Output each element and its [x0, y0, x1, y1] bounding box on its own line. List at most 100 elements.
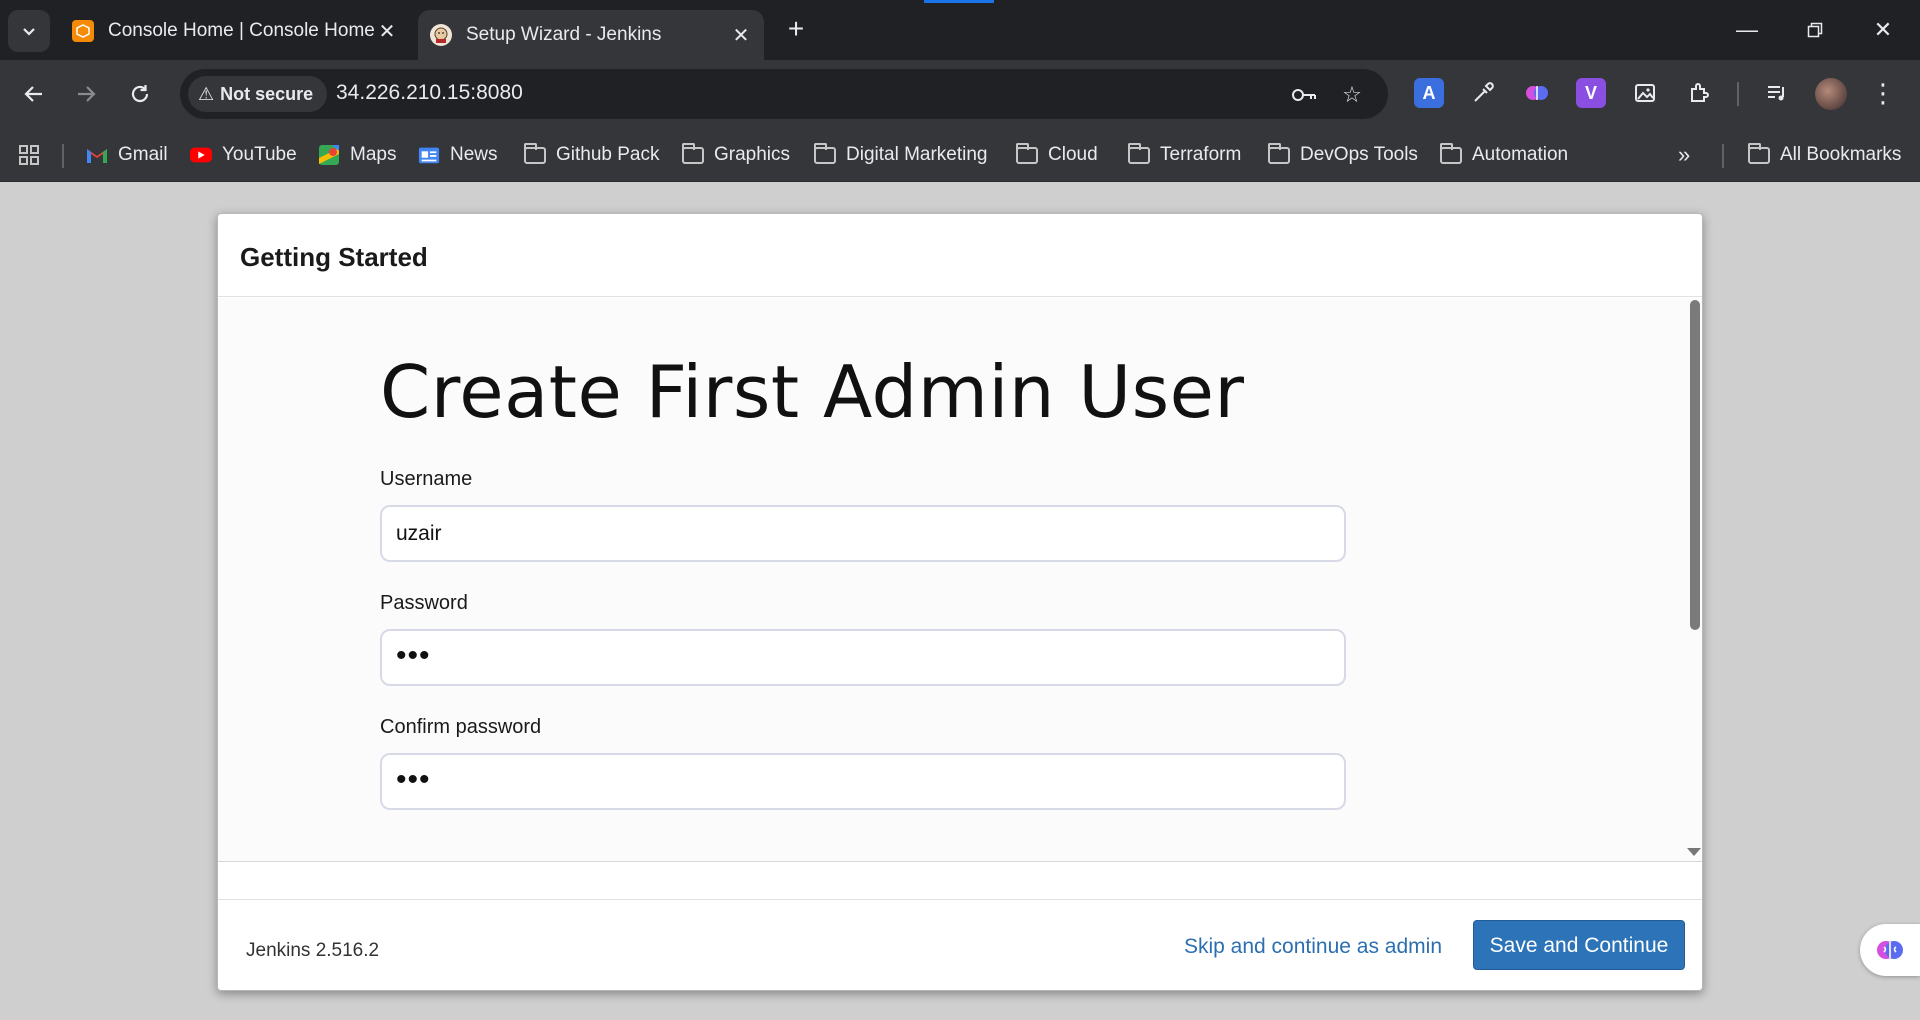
site-info-chip[interactable]: ⚠ Not secure	[188, 76, 328, 112]
image-extension-icon[interactable]	[1630, 78, 1660, 108]
forward-icon[interactable]	[66, 74, 106, 114]
tab-setup-wizard[interactable]: Setup Wizard - Jenkins ✕	[418, 10, 764, 60]
youtube-icon	[190, 144, 212, 166]
dialog-header: Getting Started	[218, 214, 1702, 297]
bookmark-folder-github-pack[interactable]: Github Pack	[524, 140, 660, 170]
bookmark-label: News	[450, 144, 498, 165]
folder-icon	[1128, 142, 1150, 166]
translate-extension-icon[interactable]: A	[1414, 78, 1444, 108]
page-viewport: Getting Started Create First Admin User …	[0, 182, 1920, 1020]
new-tab-button[interactable]: +	[778, 12, 814, 48]
floating-assistant-button[interactable]	[1860, 924, 1920, 976]
chevron-down-icon	[23, 28, 35, 36]
aws-console-icon	[72, 20, 94, 42]
bookmark-news[interactable]: News	[418, 140, 498, 170]
folder-icon	[524, 142, 546, 166]
dialog-body: Create First Admin User Username uzair P…	[218, 298, 1702, 862]
bookmark-label: Digital Marketing	[846, 144, 988, 165]
password-key-icon[interactable]	[1290, 81, 1318, 109]
reload-icon[interactable]	[120, 74, 160, 114]
restore-icon[interactable]	[1790, 12, 1840, 48]
bookmark-folder-cloud[interactable]: Cloud	[1016, 140, 1098, 170]
all-bookmarks-folder[interactable]: All Bookmarks	[1748, 140, 1901, 170]
setup-wizard-dialog: Getting Started Create First Admin User …	[217, 213, 1703, 991]
address-bar[interactable]: ⚠ Not secure 34.226.210.15:8080 ☆	[180, 69, 1388, 119]
maps-icon	[318, 144, 340, 166]
dialog-title: Getting Started	[240, 242, 428, 272]
v-extension-icon[interactable]: V	[1576, 78, 1606, 108]
bookmark-gmail[interactable]: Gmail	[86, 140, 168, 170]
back-icon[interactable]	[14, 74, 54, 114]
create-admin-form: Create First Admin User Username uzair P…	[380, 350, 1348, 810]
tab-console-home[interactable]: Console Home | Console Home ✕	[60, 10, 410, 52]
news-icon	[418, 144, 440, 166]
apps-grid-icon[interactable]	[18, 140, 40, 170]
folder-icon	[1016, 142, 1038, 166]
bookmark-youtube[interactable]: YouTube	[190, 140, 297, 170]
dialog-footer: Jenkins 2.516.2 Skip and continue as adm…	[218, 899, 1702, 991]
bookmarks-bar: Gmail YouTube Maps News Github Pack Grap…	[0, 128, 1920, 182]
tab-title: Console Home | Console Home	[108, 20, 375, 41]
window-close-icon[interactable]: ✕	[1858, 12, 1908, 48]
bookmarks-separator	[1722, 144, 1724, 168]
gmail-icon	[86, 144, 108, 166]
url-text[interactable]: 34.226.210.15:8080	[336, 81, 523, 105]
bookmark-label: Terraform	[1160, 144, 1242, 165]
media-control-icon[interactable]	[1762, 78, 1792, 108]
dialog-scrollbar[interactable]	[1687, 298, 1701, 861]
brain-extension-icon[interactable]	[1522, 78, 1552, 108]
warning-icon: ⚠	[198, 83, 215, 104]
bookmark-folder-automation[interactable]: Automation	[1440, 140, 1568, 170]
browser-toolbar: ⚠ Not secure 34.226.210.15:8080 ☆ A V ⋮	[0, 60, 1920, 128]
bookmarks-separator	[62, 144, 64, 168]
username-field[interactable]: uzair	[380, 505, 1346, 562]
close-icon[interactable]: ✕	[730, 23, 752, 48]
jenkins-version: Jenkins 2.516.2	[246, 940, 380, 961]
skip-continue-admin-link[interactable]: Skip and continue as admin	[1184, 935, 1442, 959]
folder-icon	[814, 142, 836, 166]
bookmark-label: Cloud	[1048, 144, 1098, 165]
tab-strip-accent	[924, 0, 994, 3]
bookmark-label: Automation	[1472, 144, 1569, 165]
bookmark-maps[interactable]: Maps	[318, 140, 396, 170]
bookmark-folder-digital-marketing[interactable]: Digital Marketing	[814, 140, 988, 170]
tab-bar: Console Home | Console Home ✕ Setup Wiza…	[0, 0, 1920, 60]
tab-title: Setup Wizard - Jenkins	[466, 24, 662, 45]
security-label: Not secure	[220, 83, 314, 104]
bookmark-label: DevOps Tools	[1300, 144, 1418, 165]
password-field[interactable]: •••	[380, 629, 1346, 686]
username-label: Username	[380, 468, 473, 490]
save-and-continue-button[interactable]: Save and Continue	[1473, 920, 1685, 970]
confirm-password-label: Confirm password	[380, 716, 542, 738]
bookmark-label: Graphics	[714, 144, 791, 165]
folder-icon	[1748, 142, 1770, 166]
close-icon[interactable]: ✕	[376, 19, 398, 44]
password-label: Password	[380, 592, 468, 614]
extensions-puzzle-icon[interactable]	[1684, 78, 1714, 108]
tab-search-button[interactable]	[8, 10, 50, 52]
folder-icon	[1440, 142, 1462, 166]
bookmark-label: Maps	[350, 144, 397, 165]
more-bookmarks-button[interactable]: »	[1678, 140, 1690, 170]
bookmark-folder-terraform[interactable]: Terraform	[1128, 140, 1241, 170]
menu-kebab-icon[interactable]: ⋮	[1870, 76, 1896, 112]
minimize-icon[interactable]: —	[1722, 12, 1772, 48]
scroll-down-arrow-icon[interactable]	[1687, 848, 1701, 856]
bookmark-folder-devops-tools[interactable]: DevOps Tools	[1268, 140, 1418, 170]
page-title: Create First Admin User	[380, 350, 1245, 434]
bookmark-label: YouTube	[222, 144, 297, 165]
toolbar-separator	[1737, 82, 1739, 106]
confirm-password-field[interactable]: •••	[380, 753, 1346, 810]
brain-icon	[1877, 941, 1903, 959]
bookmark-label: Github Pack	[556, 144, 660, 165]
bookmark-star-icon[interactable]: ☆	[1338, 81, 1366, 109]
bookmark-label: Gmail	[118, 144, 168, 165]
eyedropper-extension-icon[interactable]	[1468, 78, 1498, 108]
folder-icon	[682, 142, 704, 166]
profile-avatar[interactable]	[1815, 78, 1847, 110]
folder-icon	[1268, 142, 1290, 166]
bookmark-folder-graphics[interactable]: Graphics	[682, 140, 790, 170]
jenkins-icon	[430, 24, 452, 46]
scrollbar-thumb[interactable]	[1690, 300, 1700, 630]
bookmark-label: All Bookmarks	[1780, 144, 1902, 165]
